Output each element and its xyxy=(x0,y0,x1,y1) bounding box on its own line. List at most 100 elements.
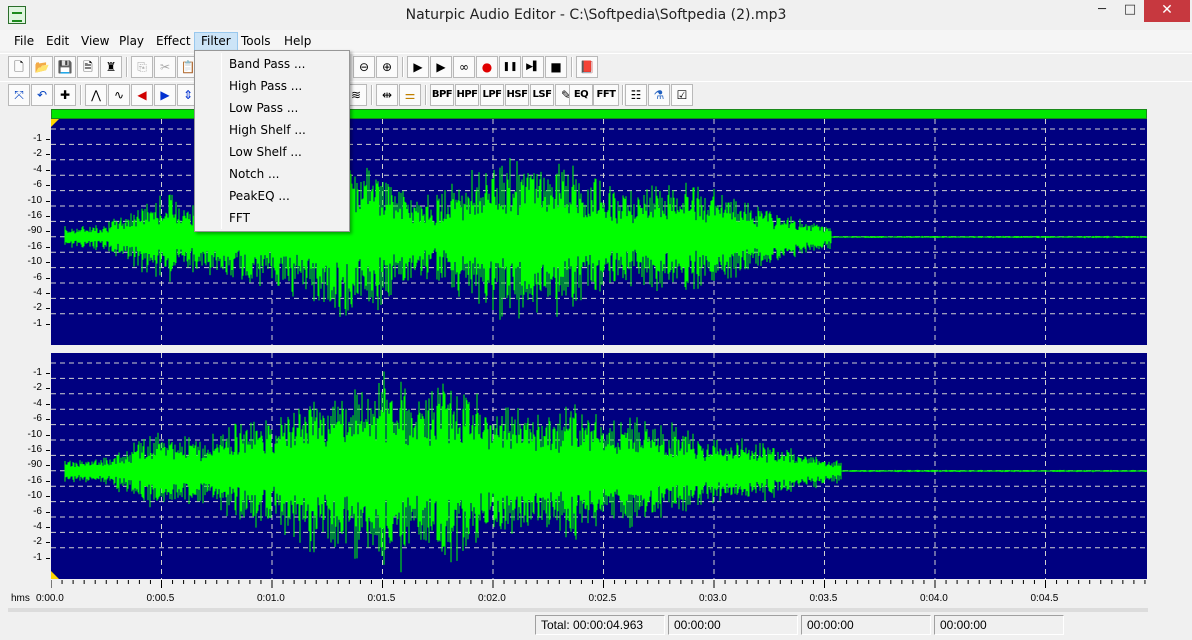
minimize-button[interactable]: ─ xyxy=(1088,0,1116,22)
menu-item-fft[interactable]: FFT xyxy=(197,207,347,229)
db-tick xyxy=(46,154,50,156)
reverse-icon[interactable]: ◀ xyxy=(131,84,153,106)
toolbar-separator xyxy=(80,85,82,105)
db-label: -1 xyxy=(33,317,42,329)
waveform-channel-right[interactable] xyxy=(51,353,1147,579)
toolbar-separator xyxy=(622,85,624,105)
status-time-1: 00:00:00 xyxy=(668,615,798,635)
save-icon[interactable]: 💾 xyxy=(54,56,76,78)
lpf-button[interactable]: LPF xyxy=(480,84,504,106)
play-circle-icon[interactable]: ▶ xyxy=(430,56,452,78)
menu-play[interactable]: Play xyxy=(113,32,150,51)
db-tick xyxy=(46,557,50,559)
loop-icon[interactable]: ∞ xyxy=(453,56,475,78)
normalize-icon[interactable]: ∿ xyxy=(108,84,130,106)
hsf-button[interactable]: HSF xyxy=(505,84,529,106)
ruler-time-label: 0:04.0 xyxy=(920,593,948,604)
db-tick xyxy=(46,419,50,421)
select-all-icon[interactable]: ⤧ xyxy=(8,84,30,106)
db-label: -6 xyxy=(33,413,42,425)
step-icon[interactable]: ▶▌ xyxy=(522,56,544,78)
cut-icon[interactable]: ✂ xyxy=(154,56,176,78)
menu-tools[interactable]: Tools xyxy=(235,32,277,51)
hpf-button[interactable]: HPF xyxy=(455,84,479,106)
status-bar: Total: 00:00:04.963 00:00:00 00:00:00 00… xyxy=(0,612,1192,640)
menu-item-high-shelf[interactable]: High Shelf ... xyxy=(197,119,347,141)
open-folder-icon[interactable]: 📂 xyxy=(31,56,53,78)
trim-icon[interactable]: ✚ xyxy=(54,84,76,106)
db-tick xyxy=(46,200,50,202)
db-tick xyxy=(46,496,50,498)
menu-edit[interactable]: Edit xyxy=(40,32,75,51)
toolbar-separator xyxy=(126,57,128,77)
db-tick xyxy=(46,403,50,405)
ruler-time-label: 0:03.5 xyxy=(809,593,838,604)
menu-item-notch[interactable]: Notch ... xyxy=(197,163,347,185)
db-tick xyxy=(46,480,50,482)
waveform-right[interactable] xyxy=(51,353,1147,579)
time-ruler: hms 0:00.0 0:00.5 0:01.0 0:01.5 0:02.0 0:02.5… xyxy=(0,580,1192,610)
zoom-out-icon[interactable]: ⊖ xyxy=(353,56,375,78)
menu-help[interactable]: Help xyxy=(278,32,317,51)
total-duration: Total: 00:00:04.963 xyxy=(535,615,665,635)
menu-effect[interactable]: Effect xyxy=(150,32,197,51)
maximize-button[interactable]: □ xyxy=(1116,0,1144,22)
ruler-time-label: 0:00.5 xyxy=(146,593,175,604)
book-icon[interactable]: 📕 xyxy=(576,56,598,78)
ruler-time-label: 0:01.0 xyxy=(257,593,285,604)
selection-end-marker[interactable] xyxy=(51,571,59,579)
copy-icon[interactable]: ⎘ xyxy=(131,56,153,78)
menu-item-low-pass[interactable]: Low Pass ... xyxy=(197,97,347,119)
ruler-unit-label: hms xyxy=(11,593,30,604)
main-toolbar: 🗋 📂 💾 🗎 ♜ ⎘ ✂ 📋 ⊖ ⊕ ▶ ▶ ∞ ● ❚❚ ▶▌ ■ 📕 xyxy=(0,53,1192,79)
status-time-2: 00:00:00 xyxy=(801,615,931,635)
forward-icon[interactable]: ▶ xyxy=(154,84,176,106)
lsf-button[interactable]: LSF xyxy=(530,84,554,106)
menu-file[interactable]: File xyxy=(8,32,40,51)
mixer-icon[interactable]: ⚌ xyxy=(399,84,421,106)
zoom-fit-icon[interactable]: ⊕ xyxy=(376,56,398,78)
fade-in-icon[interactable]: ⋀ xyxy=(85,84,107,106)
fft-button[interactable]: FFT xyxy=(593,84,619,106)
edit-list-icon[interactable]: ☷ xyxy=(625,84,647,106)
db-tick xyxy=(46,262,50,264)
db-tick xyxy=(46,293,50,294)
stop-icon[interactable]: ■ xyxy=(545,56,567,78)
db-tick xyxy=(46,542,50,544)
menu-filter[interactable]: Filter xyxy=(194,32,238,51)
new-file-icon[interactable]: 🗋 xyxy=(8,56,30,78)
effects-icon[interactable]: ⚗ xyxy=(648,84,670,106)
db-label: -16 xyxy=(27,474,42,486)
menu-view[interactable]: View xyxy=(75,32,115,51)
db-scale-channel-1: -1 -2 -4 -6 -10 -16 -90 -16 -10 -6 -4 -2 -1 xyxy=(8,119,50,345)
menu-item-peak-eq[interactable]: PeakEQ ... xyxy=(197,185,347,207)
pause-icon[interactable]: ❚❚ xyxy=(499,56,521,78)
menu-item-high-pass[interactable]: High Pass ... xyxy=(197,75,347,97)
menu-item-band-pass[interactable]: Band Pass ... xyxy=(197,53,347,75)
menu-item-low-shelf[interactable]: Low Shelf ... xyxy=(197,141,347,163)
db-tick xyxy=(46,139,50,140)
db-label: -10 xyxy=(27,490,42,502)
db-tick xyxy=(46,323,50,325)
waveform-area[interactable]: -1 -2 -4 -6 -10 -16 -90 -16 -10 -6 -4 -2 -1 -1 -2 -4 -6… xyxy=(8,107,1150,586)
db-tick xyxy=(46,373,50,374)
db-label: -4 xyxy=(33,397,42,409)
db-label: -16 xyxy=(27,240,42,252)
eq-button[interactable]: EQ xyxy=(569,84,593,106)
selection-start-marker[interactable] xyxy=(51,119,59,127)
title-bar[interactable]: Naturpic Audio Editor - C:\Softpedia\Sof… xyxy=(0,0,1192,30)
metronome-icon[interactable]: ♜ xyxy=(100,56,122,78)
undo-icon[interactable]: ↶ xyxy=(31,84,53,106)
db-tick xyxy=(46,388,50,390)
bpf-button[interactable]: BPF xyxy=(430,84,454,106)
status-time-3: 00:00:00 xyxy=(934,615,1064,635)
db-label: -10 xyxy=(27,194,42,206)
db-tick xyxy=(46,185,50,187)
split-icon[interactable]: ⇹ xyxy=(376,84,398,106)
play-icon[interactable]: ▶ xyxy=(407,56,429,78)
check-list-icon[interactable]: ☑ xyxy=(671,84,693,106)
properties-icon[interactable]: 🗎 xyxy=(77,56,99,78)
close-button[interactable]: ✕ xyxy=(1144,0,1190,22)
record-icon[interactable]: ● xyxy=(476,56,498,78)
db-tick xyxy=(46,465,50,467)
